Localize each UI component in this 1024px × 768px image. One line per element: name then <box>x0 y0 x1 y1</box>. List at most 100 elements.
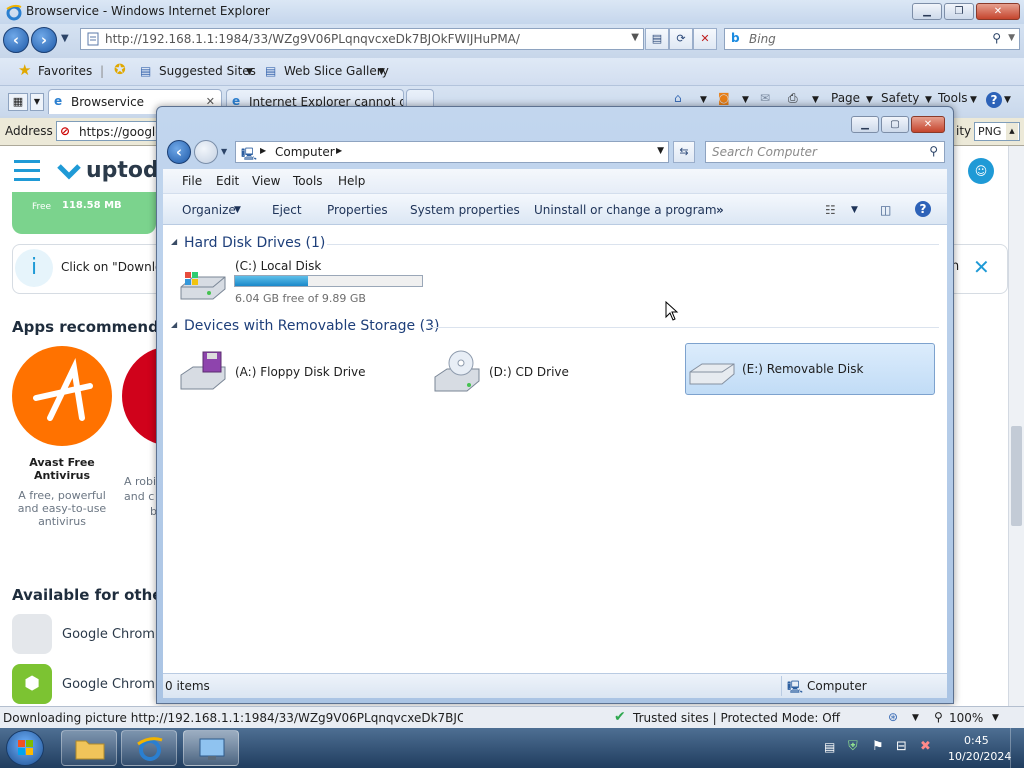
apple-platform-icon[interactable] <box>12 614 52 654</box>
add-favorites-icon[interactable]: ✪ <box>114 62 126 78</box>
breadcrumb-chevron-icon[interactable]: ▶ <box>336 146 342 155</box>
recent-pages-dropdown[interactable]: ▼ <box>61 33 69 44</box>
group-hard-disk-drives[interactable]: Hard Disk Drives (1) <box>184 235 325 251</box>
chevron-down-icon[interactable]: ▼ <box>866 95 873 105</box>
explorer-close-button[interactable]: ✕ <box>911 116 945 133</box>
protected-mode-icon[interactable]: ⊛ <box>888 710 898 724</box>
help-icon[interactable]: ? <box>986 92 1002 108</box>
breadcrumb-computer[interactable]: Computer <box>275 145 335 159</box>
feeds-icon[interactable]: ◙ <box>718 91 730 105</box>
format-select[interactable]: PNG ▲ <box>974 122 1020 141</box>
menu-tools[interactable]: Tools <box>293 174 323 188</box>
zoom-level[interactable]: 100% <box>949 711 983 725</box>
show-desktop-button[interactable] <box>1010 728 1024 768</box>
drive-a-floppy-tile[interactable] <box>177 449 427 499</box>
more-commands-button[interactable]: » <box>716 203 724 217</box>
drive-c-local-disk[interactable]: (C:) Local Disk 6.04 GB free of 9.89 GB <box>177 259 437 311</box>
menu-help[interactable]: Help <box>338 174 365 188</box>
maximize-button[interactable]: ❐ <box>944 3 974 20</box>
search-icon[interactable]: ⚲ <box>992 31 1001 45</box>
group-removable-storage[interactable]: Devices with Removable Storage (3) <box>184 318 439 334</box>
volume-muted-icon[interactable]: ✖ <box>920 739 931 754</box>
taskbar-explorer-button[interactable] <box>61 730 117 766</box>
compatibility-view-button[interactable]: ▤ <box>645 28 669 50</box>
network-icon[interactable]: ⊟ <box>896 739 907 754</box>
breadcrumb-chevron-icon[interactable]: ▶ <box>260 146 266 155</box>
search-icon[interactable]: ⚲ <box>929 144 938 158</box>
system-properties-button[interactable]: System properties <box>410 203 520 217</box>
chevron-down-icon[interactable]: ▼ <box>378 67 385 77</box>
tab-list-dropdown[interactable]: ▼ <box>30 93 44 111</box>
address-history-dropdown[interactable]: ▼ <box>657 146 664 156</box>
start-button[interactable] <box>6 730 44 766</box>
collapse-group-icon[interactable]: ◢ <box>171 237 177 246</box>
menu-file[interactable]: File <box>182 174 202 188</box>
chevron-down-icon[interactable]: ▼ <box>1004 95 1011 105</box>
minimize-button[interactable]: ▁ <box>912 3 942 20</box>
action-center-icon[interactable]: ▤ <box>824 740 835 754</box>
platform-mac-link[interactable]: Google Chrom <box>62 627 155 642</box>
drive-e-removable-selected[interactable]: (E:) Removable Disk <box>685 343 935 395</box>
tools-menu[interactable]: Tools <box>938 91 968 105</box>
view-options-icon[interactable]: ☷ <box>825 203 836 217</box>
explorer-back-button[interactable]: ‹ <box>167 140 191 164</box>
safety-menu[interactable]: Safety <box>881 91 919 105</box>
bing-search-box[interactable]: b Bing ⚲ ▼ <box>724 28 1020 50</box>
ie-address-box[interactable]: http://192.168.1.1:1984/33/WZg9V06PLqnqv… <box>80 28 644 50</box>
hamburger-menu-icon[interactable] <box>14 160 40 184</box>
security-shield-icon[interactable]: ⛨ <box>848 739 858 754</box>
browservice-url-input[interactable]: ⊘ https://google <box>56 121 166 141</box>
chevron-down-icon[interactable]: ▼ <box>700 95 707 105</box>
print-icon[interactable]: ⎙ <box>788 91 798 106</box>
explorer-minimize-button[interactable]: ▁ <box>851 116 879 133</box>
chevron-down-icon[interactable]: ▼ <box>812 95 819 105</box>
favorites-button[interactable]: Favorites <box>38 64 92 78</box>
zoom-icon[interactable]: ⚲ <box>934 710 943 724</box>
clock-date[interactable]: 10/20/2024 <box>948 750 1011 763</box>
home-icon[interactable]: ⌂ <box>674 91 682 105</box>
chevron-down-icon[interactable]: ▼ <box>234 205 241 215</box>
page-scrollbar[interactable] <box>1008 146 1024 706</box>
eject-button[interactable]: Eject <box>272 203 302 217</box>
explorer-recent-dropdown[interactable]: ▼ <box>221 147 227 156</box>
chevron-down-icon[interactable]: ▼ <box>246 67 253 77</box>
organize-button[interactable]: Organize <box>182 203 236 217</box>
avast-app-name[interactable]: Avast Free Antivirus <box>22 456 102 482</box>
platform-android-link[interactable]: Google Chrom <box>62 677 155 692</box>
chevron-down-icon[interactable]: ▼ <box>970 95 977 105</box>
taskbar-computer-button[interactable] <box>183 730 239 766</box>
security-zone-text[interactable]: Trusted sites | Protected Mode: Off <box>633 711 840 725</box>
mail-icon[interactable]: ✉ <box>760 91 770 105</box>
menu-view[interactable]: View <box>252 174 280 188</box>
flag-icon[interactable]: ⚑ <box>872 739 884 754</box>
preview-pane-icon[interactable]: ◫ <box>880 203 891 217</box>
search-options-icon[interactable]: ▼ <box>1008 33 1015 43</box>
properties-button[interactable]: Properties <box>327 203 388 217</box>
avast-app-icon[interactable] <box>12 346 112 446</box>
chevron-down-icon[interactable]: ▼ <box>925 95 932 105</box>
uninstall-program-button[interactable]: Uninstall or change a program <box>534 203 717 217</box>
chevron-down-icon[interactable]: ▼ <box>851 205 858 215</box>
back-button[interactable]: ‹ <box>3 27 29 53</box>
chevron-down-icon[interactable]: ▼ <box>912 713 919 723</box>
chevron-down-icon[interactable]: ▼ <box>742 95 749 105</box>
explorer-address-bar[interactable]: 🖳 ▶ Computer ▶ ▼ <box>235 141 669 163</box>
menu-edit[interactable]: Edit <box>216 174 239 188</box>
collapse-group-icon[interactable]: ◢ <box>171 320 177 329</box>
drive-a-floppy-disk[interactable]: (A:) Floppy Disk Drive <box>177 345 427 397</box>
page-menu[interactable]: Page <box>831 91 860 105</box>
refresh-button[interactable]: ⟳ <box>669 28 693 50</box>
address-dropdown-icon[interactable]: ▼ <box>631 32 639 43</box>
web-slice-gallery-link[interactable]: Web Slice Gallery <box>284 64 389 78</box>
close-button[interactable]: ✕ <box>976 3 1020 20</box>
drive-d-cd[interactable]: (D:) CD Drive <box>431 345 681 397</box>
quick-tabs-button[interactable]: ▦ <box>8 93 28 111</box>
explorer-refresh-button[interactable]: ⇆ <box>673 141 695 163</box>
explorer-forward-button[interactable] <box>194 140 218 164</box>
explorer-search-box[interactable]: Search Computer ⚲ <box>705 141 945 163</box>
user-avatar-icon[interactable]: ☺ <box>968 158 994 184</box>
help-icon[interactable]: ? <box>915 201 931 217</box>
android-platform-icon[interactable]: ⬢ <box>12 664 52 704</box>
stop-button[interactable]: ✕ <box>693 28 717 50</box>
clock-time[interactable]: 0:45 <box>964 734 989 747</box>
